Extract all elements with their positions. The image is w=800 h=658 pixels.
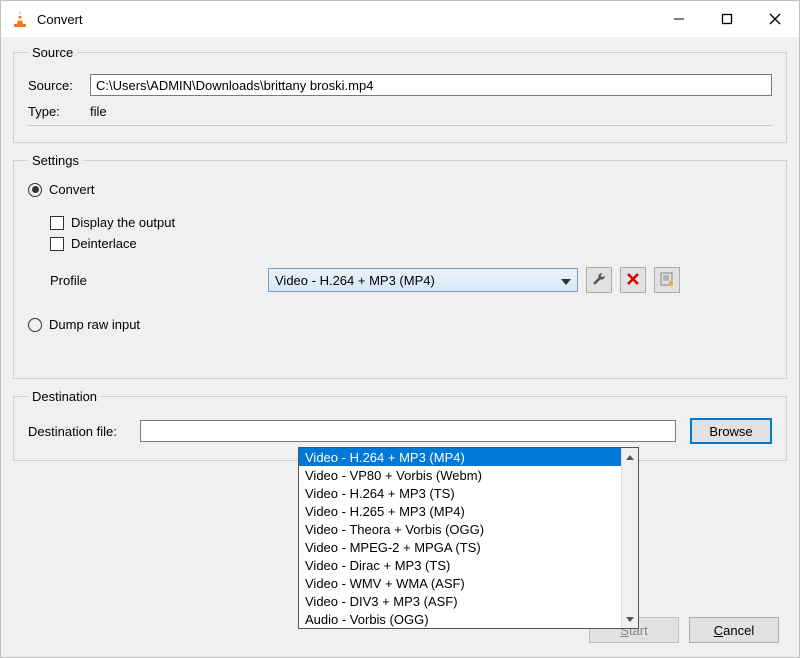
- convert-radio-label: Convert: [49, 182, 95, 197]
- deinterlace-label: Deinterlace: [71, 236, 137, 251]
- titlebar[interactable]: Convert: [1, 1, 799, 37]
- radio-indicator-icon: [28, 318, 42, 332]
- source-label: Source:: [28, 78, 90, 93]
- checkbox-indicator-icon: [50, 216, 64, 230]
- browse-label: Browse: [709, 424, 752, 439]
- radio-indicator-icon: [28, 183, 42, 197]
- minimize-button[interactable]: [655, 1, 703, 37]
- cancel-button[interactable]: Cancel: [689, 617, 779, 643]
- source-legend: Source: [28, 45, 77, 60]
- profile-combobox[interactable]: Video - H.264 + MP3 (MP4): [268, 268, 578, 292]
- wrench-icon: [592, 272, 606, 289]
- cancel-label: Cancel: [714, 623, 754, 638]
- new-profile-button[interactable]: [654, 267, 680, 293]
- convert-radio[interactable]: Convert: [28, 182, 772, 197]
- profile-option[interactable]: Video - WMV + WMA (ASF): [299, 574, 621, 592]
- profile-option[interactable]: Video - H.265 + MP3 (MP4): [299, 502, 621, 520]
- settings-group: Settings Convert Display the output Dein…: [13, 153, 787, 379]
- profile-option[interactable]: Video - Theora + Vorbis (OGG): [299, 520, 621, 538]
- window-title: Convert: [37, 12, 655, 27]
- maximize-button[interactable]: [703, 1, 751, 37]
- scroll-up-icon[interactable]: [622, 448, 638, 466]
- profile-option[interactable]: Audio - Vorbis (OGG): [299, 610, 621, 628]
- checkbox-indicator-icon: [50, 237, 64, 251]
- delete-profile-button[interactable]: [620, 267, 646, 293]
- profile-selected-value: Video - H.264 + MP3 (MP4): [275, 273, 435, 288]
- chevron-down-icon: [561, 273, 571, 288]
- edit-profile-button[interactable]: [586, 267, 612, 293]
- dropdown-scrollbar[interactable]: [621, 448, 638, 628]
- source-group: Source Source: Type: file: [13, 45, 787, 143]
- new-profile-icon: [660, 272, 674, 289]
- dump-raw-radio[interactable]: Dump raw input: [28, 317, 772, 332]
- type-label: Type:: [28, 104, 90, 119]
- profile-option[interactable]: Video - MPEG-2 + MPGA (TS): [299, 538, 621, 556]
- profile-option[interactable]: Video - DIV3 + MP3 (ASF): [299, 592, 621, 610]
- profile-option[interactable]: Video - H.264 + MP3 (MP4): [299, 448, 621, 466]
- profile-dropdown-list: Video - H.264 + MP3 (MP4)Video - VP80 + …: [298, 447, 639, 629]
- client-area: Source Source: Type: file Settings Conve…: [1, 37, 799, 657]
- destination-file-input[interactable]: [140, 420, 676, 442]
- profile-option[interactable]: Video - H.264 + MP3 (TS): [299, 484, 621, 502]
- destination-file-label: Destination file:: [28, 424, 140, 439]
- source-input[interactable]: [90, 74, 772, 96]
- profile-option[interactable]: Video - Dirac + MP3 (TS): [299, 556, 621, 574]
- vlc-cone-icon: [11, 10, 29, 28]
- destination-legend: Destination: [28, 389, 101, 404]
- display-output-checkbox[interactable]: Display the output: [50, 215, 772, 230]
- convert-dialog: Convert Source Source: Type: file: [0, 0, 800, 658]
- dump-raw-label: Dump raw input: [49, 317, 140, 332]
- window-controls: [655, 1, 799, 37]
- type-value: file: [90, 104, 107, 119]
- delete-x-icon: [627, 273, 639, 288]
- close-button[interactable]: [751, 1, 799, 37]
- browse-button[interactable]: Browse: [690, 418, 772, 444]
- settings-legend: Settings: [28, 153, 83, 168]
- deinterlace-checkbox[interactable]: Deinterlace: [50, 236, 772, 251]
- display-output-label: Display the output: [71, 215, 175, 230]
- profile-option[interactable]: Video - VP80 + Vorbis (Webm): [299, 466, 621, 484]
- divider: [28, 125, 772, 126]
- scroll-down-icon[interactable]: [622, 610, 638, 628]
- profile-label: Profile: [28, 273, 268, 288]
